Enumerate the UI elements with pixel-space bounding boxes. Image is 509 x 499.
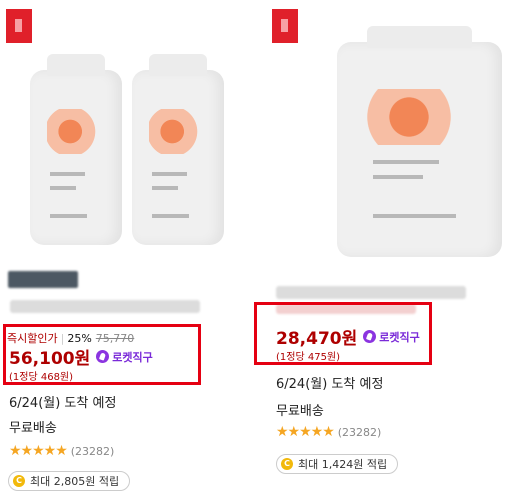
product-card-1[interactable]: 즉시할인가 | 25% 75,770 56,100원 로켓직구 (1정당 468원) … — [0, 0, 250, 499]
reward-badge: C 최대 1,424원 적립 — [276, 454, 399, 474]
rank-badge — [272, 9, 298, 43]
rating-row: ★★★★★ (23282) — [276, 424, 381, 440]
reward-text: 최대 1,424원 적립 — [298, 458, 388, 471]
sale-price: 56,100원 — [9, 349, 91, 369]
coin-icon: C — [281, 458, 293, 470]
arrival-date: 6/24(월) 도착 예정 — [276, 377, 384, 392]
unit-price: (1정당 468원) — [9, 372, 74, 383]
bottle-image — [132, 54, 224, 245]
rocket-label: 로켓직구 — [379, 330, 420, 344]
rocket-label: 로켓직구 — [112, 350, 153, 364]
rocket-icon — [363, 330, 377, 343]
reward-badge: C 최대 2,805원 적립 — [8, 471, 131, 491]
rocket-jikgu-badge: 로켓직구 — [363, 329, 420, 345]
product-card-2[interactable]: 28,470원 로켓직구 (1정당 475원) 6/24(월) 도착 예정 무료… — [254, 0, 509, 499]
product-title-blurred[interactable] — [10, 300, 200, 313]
reward-text: 최대 2,805원 적립 — [30, 475, 120, 488]
rocket-jikgu-badge: 로켓직구 — [96, 349, 153, 365]
rank-badge — [6, 9, 32, 43]
shipping-info: 무료배송 — [276, 404, 324, 419]
arrival-date: 6/24(월) 도착 예정 — [9, 396, 117, 411]
product-image[interactable] — [30, 50, 225, 250]
price-row: 28,470원 로켓직구 — [276, 324, 420, 349]
review-count: (23282) — [70, 444, 115, 458]
shipping-info: 무료배송 — [9, 421, 57, 436]
coin-icon: C — [13, 475, 25, 487]
review-count: (23282) — [337, 425, 382, 439]
rating-row: ★★★★★ (23282) — [9, 443, 114, 459]
product-image[interactable] — [332, 26, 507, 260]
unit-price: (1정당 475원) — [276, 352, 341, 363]
bottle-image — [337, 26, 502, 257]
bottle-image — [30, 54, 122, 245]
sale-price: 28,470원 — [276, 329, 358, 349]
rocket-icon — [96, 350, 110, 363]
price-row: 56,100원 로켓직구 — [9, 344, 153, 369]
product-title-blurred[interactable] — [276, 286, 466, 299]
brand-name-blurred — [8, 271, 78, 288]
star-rating-icon: ★★★★★ — [9, 443, 68, 459]
star-rating-icon: ★★★★★ — [276, 424, 335, 440]
